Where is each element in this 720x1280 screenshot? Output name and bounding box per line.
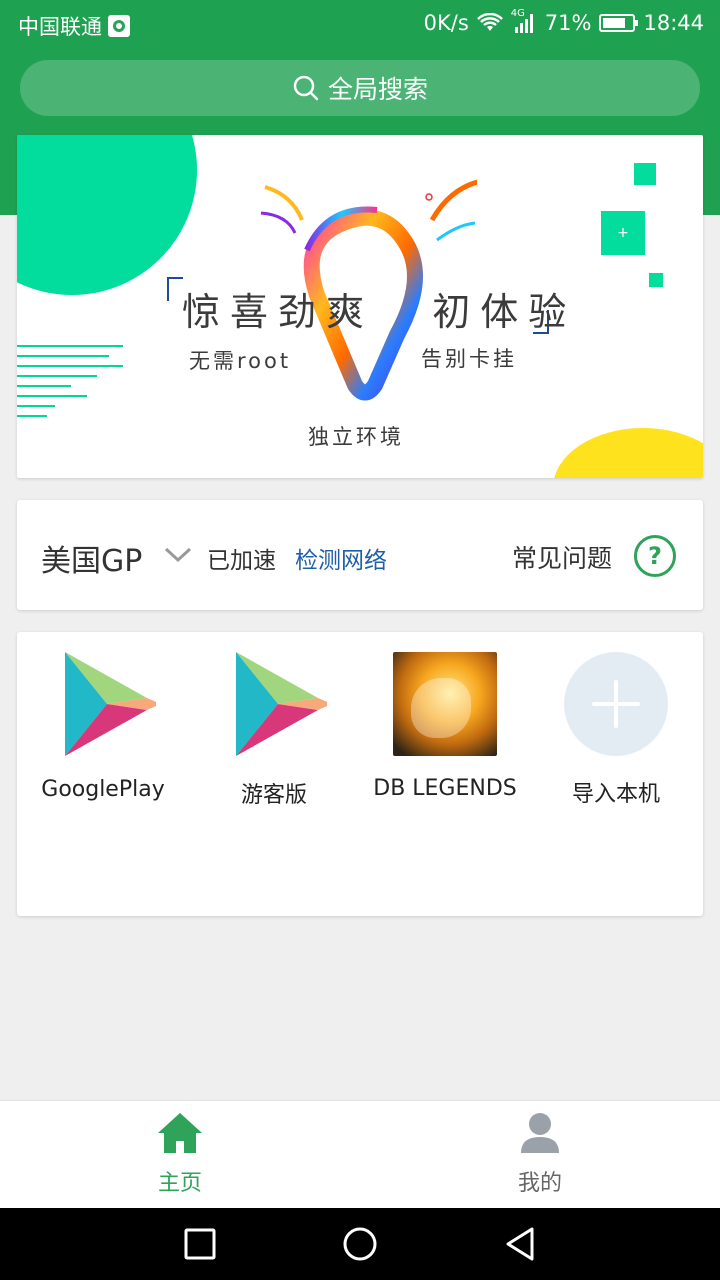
carrier-name: 中国联通 [18, 15, 102, 39]
home-icon [158, 1113, 202, 1153]
search-icon [293, 75, 319, 101]
acceleration-status: 已加速 [207, 548, 276, 574]
banner-subtitle-right: 告别卡挂 [421, 347, 517, 371]
decor-square [649, 273, 663, 287]
clock: 18:44 [643, 11, 704, 35]
nav-mine[interactable]: 我的 [480, 1111, 600, 1197]
signal-indicator: 4G [511, 8, 537, 34]
recent-apps-icon[interactable] [184, 1228, 216, 1260]
app-label: DB LEGENDS [373, 776, 517, 801]
carrier-app-icon [108, 15, 130, 37]
detect-network-link[interactable]: 检测网络 [295, 541, 387, 575]
app-guest[interactable]: 游客版 [188, 652, 360, 809]
decor-bracket-left [167, 277, 183, 301]
search-label: 全局搜索 [327, 75, 428, 104]
network-type: 4G [510, 8, 525, 19]
nav-home-label: 主页 [157, 1171, 202, 1196]
home-button-icon[interactable] [342, 1226, 378, 1262]
decor-plus-symbol: + [617, 225, 629, 241]
promo-banner[interactable]: + 惊喜劲爽 初体验 无需root 告别卡挂 独立环境 [17, 135, 703, 478]
banner-subtitle-left: 无需root [189, 349, 292, 373]
app-db-legends[interactable]: DB LEGENDS [359, 652, 531, 801]
banner-title-right: 初体验 [432, 290, 577, 334]
battery-percent: 71% [544, 11, 592, 35]
app-label: 游客版 [240, 783, 307, 808]
google-play-icon [51, 652, 161, 757]
help-icon-symbol: ? [648, 542, 662, 570]
nav-home[interactable]: 主页 [120, 1111, 240, 1197]
banner-footer-text: 独立环境 [308, 425, 404, 449]
decor-yellow-shape [553, 428, 703, 478]
global-search-bar[interactable]: 全局搜索 [20, 60, 700, 116]
banner-title-left: 惊喜劲爽 [182, 290, 375, 334]
system-nav-bar [0, 1208, 720, 1280]
help-icon[interactable]: ? [634, 535, 676, 577]
decor-lines [17, 345, 123, 425]
region-selector[interactable]: 美国GP [41, 536, 142, 580]
back-icon[interactable] [504, 1226, 536, 1262]
chevron-down-icon[interactable] [163, 546, 193, 564]
wifi-icon [476, 13, 503, 31]
decor-square [634, 163, 656, 185]
app-googleplay[interactable]: GooglePlay [17, 652, 189, 802]
add-icon [564, 652, 668, 756]
decor-circle [17, 135, 197, 295]
nav-mine-label: 我的 [517, 1171, 562, 1196]
faq-link[interactable]: 常见问题 [512, 539, 612, 575]
app-label: 导入本机 [571, 782, 660, 807]
status-bar: 中国联通 0K/s 4G 71% 18:44 [0, 0, 720, 50]
db-legends-icon [393, 652, 497, 756]
network-speed: 0K/s [423, 11, 469, 35]
user-icon [521, 1113, 559, 1153]
google-play-icon [222, 652, 332, 757]
network-card: 美国GP 已加速 检测网络 常见问题 ? [17, 500, 703, 610]
apps-card: GooglePlay 游客版 DB LEGENDS 导入本机 [17, 632, 703, 916]
bottom-nav: 主页 我的 [0, 1100, 720, 1209]
app-import[interactable]: 导入本机 [530, 652, 702, 808]
battery-icon [599, 14, 639, 32]
decor-plus-square: + [601, 211, 645, 255]
app-label: GooglePlay [41, 777, 165, 802]
banner-title: 惊喜劲爽 初体验 [182, 281, 576, 336]
